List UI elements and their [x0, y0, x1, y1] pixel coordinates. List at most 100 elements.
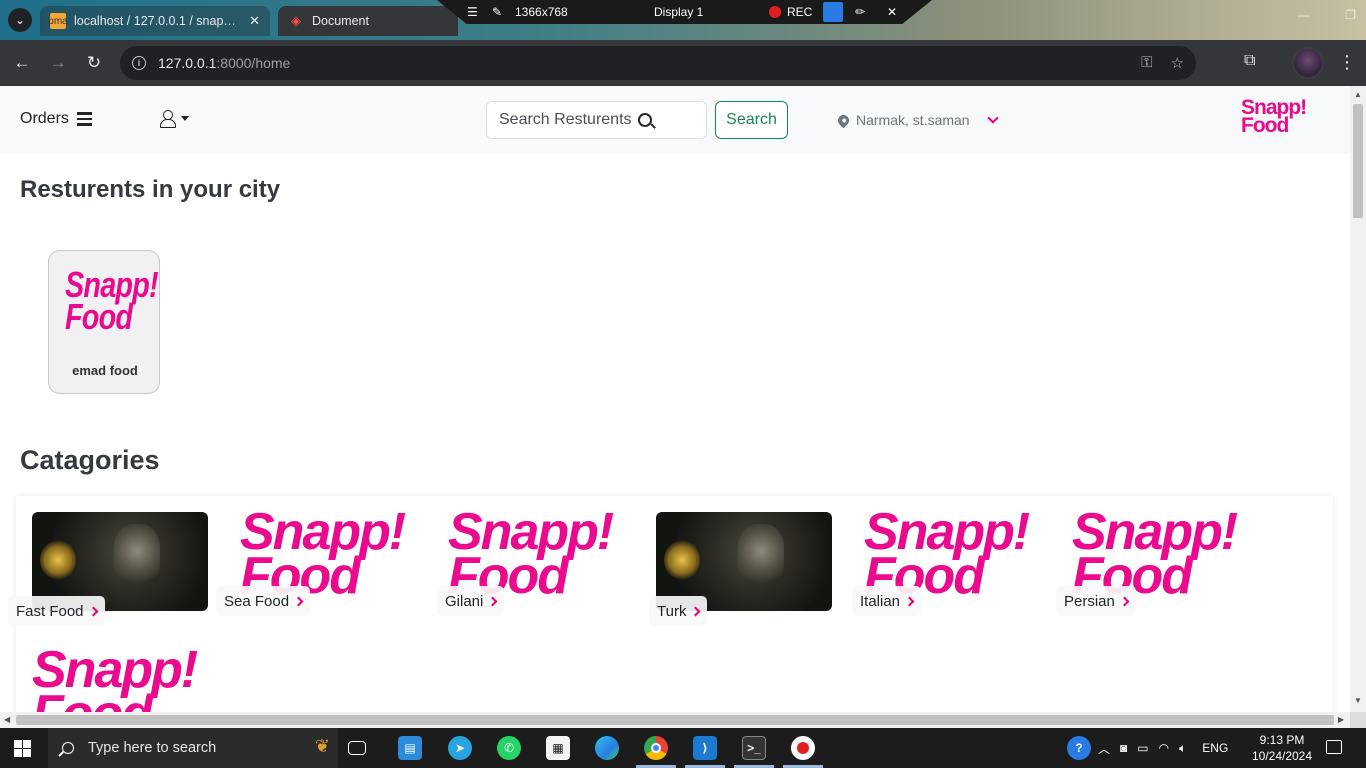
tab-search-button[interactable]: ⌄: [8, 8, 32, 32]
restaurant-search-input[interactable]: Search Resturents: [486, 101, 707, 139]
recorder-display[interactable]: Display 1: [654, 5, 703, 19]
extensions-puzzle-icon[interactable]: ⧉: [1244, 52, 1255, 70]
site-info-icon[interactable]: i: [132, 56, 146, 70]
search-placeholder: Search Resturents: [499, 111, 632, 128]
volume-icon[interactable]: 🔈︎: [1179, 741, 1186, 756]
restore-icon[interactable]: ❐: [1345, 8, 1356, 22]
vscode-icon[interactable]: ⟩: [693, 736, 717, 760]
profile-avatar[interactable]: [1292, 47, 1324, 79]
scroll-thumb[interactable]: [1353, 104, 1363, 218]
category-label: Turk: [657, 602, 687, 620]
pin-icon[interactable]: ✎: [492, 5, 502, 19]
horizontal-scrollbar[interactable]: ◀ ▶: [0, 712, 1350, 728]
microsoft-store-icon[interactable]: ▦: [546, 736, 570, 760]
scroll-down-icon[interactable]: ▼: [1354, 696, 1362, 705]
categories-heading: Catagories: [20, 445, 160, 475]
reload-icon[interactable]: ↻: [83, 52, 105, 74]
autumn-leaves-icon: ❦: [314, 736, 330, 756]
camera-icon[interactable]: [823, 2, 843, 22]
url-path: :8000/home: [216, 55, 291, 71]
taskbar-search[interactable]: Type here to search ❦: [48, 728, 338, 768]
password-key-icon[interactable]: ⚿: [1141, 54, 1152, 72]
language-indicator[interactable]: ENG: [1202, 741, 1228, 755]
menu-icon[interactable]: ☰: [467, 5, 478, 19]
site-navbar: Orders Search Resturents Search Narmak, …: [0, 86, 1350, 154]
snappfood-logo[interactable]: Snapp! Food: [1241, 97, 1307, 138]
address-bar[interactable]: i 127.0.0.1:8000/home ⚿ ☆: [120, 46, 1196, 80]
meet-now-icon[interactable]: ◙: [1120, 741, 1127, 755]
record-dot-icon[interactable]: [769, 6, 781, 18]
restaurants-heading: Resturents in your city: [20, 176, 281, 203]
restaurant-logo: Snapp! Food: [65, 267, 159, 334]
restaurant-name: emad food: [72, 363, 138, 378]
chrome-icon[interactable]: [644, 736, 668, 760]
task-view-icon[interactable]: [348, 741, 366, 755]
close-tab-icon[interactable]: ✕: [249, 13, 260, 29]
list-icon: [76, 112, 92, 126]
category-link-gilani[interactable]: Gilani: [437, 586, 505, 616]
location-selector[interactable]: Narmak, st.saman: [835, 112, 999, 128]
category-link-fast-food[interactable]: Fast Food: [8, 596, 105, 626]
logo-line-2: Food: [1241, 114, 1289, 138]
bookmark-star-icon[interactable]: ☆: [1171, 54, 1184, 72]
categories-panel: Fast Food Snapp! Food Sea Food Snapp! Food…: [8, 496, 1333, 712]
file-app-icon[interactable]: ▤: [398, 736, 422, 760]
user-dropdown[interactable]: [159, 110, 189, 128]
recorder-app-icon[interactable]: [791, 736, 815, 760]
vertical-scrollbar[interactable]: ▲ ▼: [1350, 86, 1366, 712]
tab-phpmyadmin[interactable]: pma localhost / 127.0.0.1 / snappfood ✕: [40, 6, 270, 36]
terminal-icon[interactable]: >_: [742, 736, 766, 760]
edge-icon[interactable]: [595, 736, 619, 760]
scroll-right-icon[interactable]: ▶: [1338, 715, 1344, 724]
whatsapp-icon[interactable]: ✆: [497, 736, 521, 760]
category-link-turk[interactable]: Turk: [649, 596, 708, 626]
search-button[interactable]: Search: [715, 101, 788, 139]
tab-document[interactable]: ◈ Document: [278, 6, 458, 36]
scroll-up-icon[interactable]: ▲: [1354, 90, 1362, 99]
location-text: Narmak, st.saman: [856, 112, 970, 128]
chevron-right-icon: [904, 596, 915, 606]
minimize-icon[interactable]: —: [1297, 8, 1309, 22]
category-label: Persian: [1064, 592, 1115, 610]
pen-icon[interactable]: ✏: [855, 5, 865, 19]
restaurant-card[interactable]: Snapp! Food emad food: [48, 250, 160, 394]
chevron-right-icon: [293, 596, 304, 606]
chevron-right-icon: [691, 606, 701, 616]
system-tray: ︿ ◙ ▭ ◠ 🔈︎ ENG: [1098, 728, 1228, 768]
chevron-right-icon: [487, 596, 498, 606]
category-label: Sea Food: [224, 592, 290, 610]
laravel-favicon-icon: ◈: [291, 13, 301, 28]
category-image[interactable]: Snapp!Food: [32, 648, 208, 712]
category-link-sea-food[interactable]: Sea Food: [216, 586, 311, 616]
chevron-right-icon: [88, 606, 98, 616]
chevron-down-icon: [986, 112, 999, 124]
notification-icon[interactable]: [1326, 740, 1342, 754]
system-clock[interactable]: 9:13 PM 10/24/2024: [1250, 732, 1314, 764]
clock-time: 9:13 PM: [1259, 733, 1305, 747]
help-icon[interactable]: ?: [1067, 736, 1091, 760]
scroll-thumb[interactable]: [16, 715, 1334, 725]
browser-menu-icon[interactable]: ⋮: [1338, 52, 1356, 73]
forward-icon[interactable]: →: [47, 52, 69, 74]
battery-icon[interactable]: ▭: [1137, 741, 1148, 755]
back-icon[interactable]: ←: [11, 52, 33, 74]
close-recorder-icon[interactable]: ✕: [887, 5, 897, 19]
search-icon: [637, 113, 652, 127]
recorder-rec-label[interactable]: REC: [787, 5, 812, 19]
category-link-italian[interactable]: Italian: [852, 586, 922, 616]
clock-date: 10/24/2024: [1251, 749, 1313, 763]
telegram-icon[interactable]: ➤: [448, 736, 472, 760]
user-icon: [159, 110, 176, 128]
orders-link[interactable]: Orders: [20, 110, 92, 128]
recorder-toolbar: ☰ ✎ 1366x768 Display 1 REC ✏ ✕: [437, 0, 932, 24]
location-pin-icon: [835, 112, 852, 128]
chevron-up-icon[interactable]: ︿: [1098, 740, 1110, 757]
category-label: Italian: [860, 592, 901, 610]
scroll-left-icon[interactable]: ◀: [4, 715, 10, 724]
category-link-persian[interactable]: Persian: [1056, 586, 1136, 616]
wifi-icon[interactable]: ◠: [1159, 741, 1169, 755]
browser-toolbar: ← → ↻ i 127.0.0.1:8000/home ⚿ ☆ ⧉ ⋮: [0, 40, 1366, 86]
url-host: 127.0.0.1: [158, 55, 217, 71]
windows-start-icon[interactable]: [14, 740, 31, 757]
orders-label: Orders: [20, 110, 69, 127]
